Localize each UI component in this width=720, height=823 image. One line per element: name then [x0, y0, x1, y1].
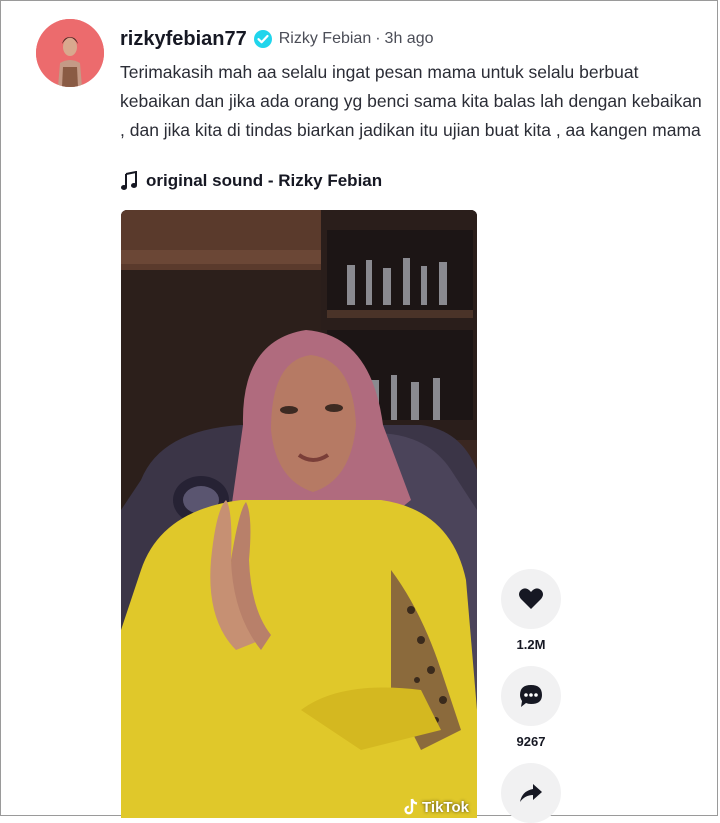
comment-icon [520, 685, 542, 707]
tiktok-watermark: TikTok [403, 798, 469, 816]
video-player[interactable]: TikTok [121, 210, 477, 818]
sound-link[interactable]: original sound - Rizky Febian [120, 171, 382, 191]
nickname[interactable]: Rizky Febian [279, 30, 371, 48]
separator: · [375, 30, 381, 47]
music-note-icon [121, 171, 137, 190]
heart-icon [519, 588, 543, 609]
watermark-label: TikTok [422, 798, 469, 816]
like-count: 1.2M [516, 637, 546, 652]
post-caption: Terimakasih mah aa selalu ingat pesan ma… [120, 62, 702, 140]
sound-label: original sound - Rizky Febian [146, 171, 383, 190]
like-button[interactable] [501, 569, 561, 629]
comment-button[interactable] [501, 666, 561, 726]
username[interactable]: rizkyfebian77 [120, 28, 247, 51]
avatar[interactable] [36, 19, 104, 87]
share-button[interactable] [501, 763, 561, 823]
verified-badge-icon [253, 29, 273, 49]
tiktok-logo-icon [404, 798, 418, 815]
share-icon [520, 784, 542, 802]
comment-count: 9267 [516, 734, 546, 749]
post-header: rizkyfebian77 Rizky Febian · 3h ago [120, 26, 433, 52]
video-frame [121, 210, 477, 818]
post-time: 3h ago [384, 30, 434, 47]
